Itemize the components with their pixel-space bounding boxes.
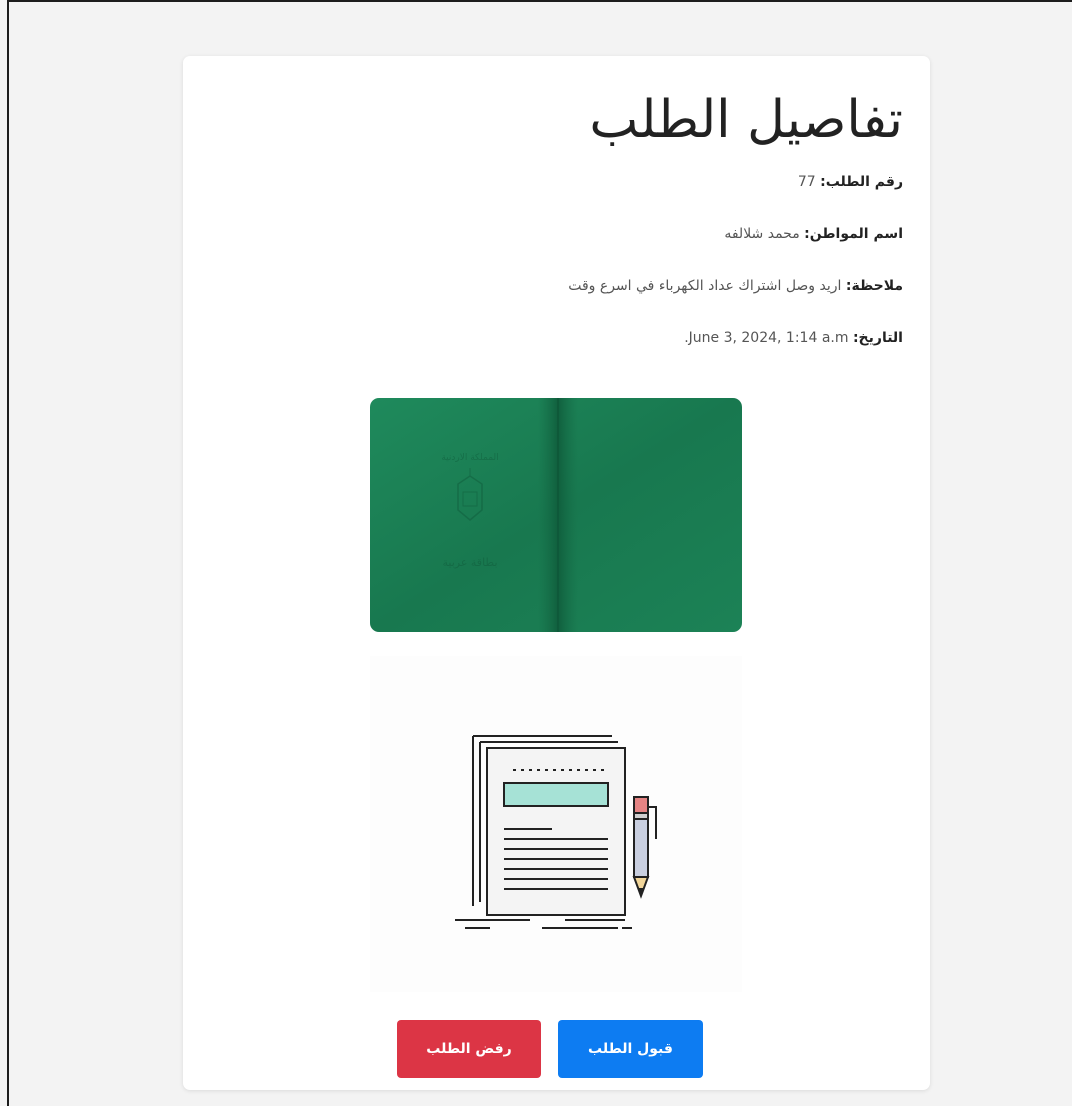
date-value: June 3, 2024, 1:14 a.m. [684,330,853,346]
document-pencil-icon [370,656,742,992]
order-details-content: تفاصيل الطلب رقم الطلب: 77 اسم المواطن: … [210,56,903,348]
citizen-name-row: اسم المواطن: محمد شلالفه [210,224,903,244]
date-label: التاريخ: [852,330,903,346]
window-frame-top [7,0,1072,2]
order-number-value: 77 [797,174,821,190]
order-details-card: تفاصيل الطلب رقم الطلب: 77 اسم المواطن: … [183,56,930,1090]
note-label: ملاحظة: [845,278,903,294]
passport-bottom-text: بطاقة عربية [443,556,498,569]
document-illustration [370,656,742,992]
window-frame-left [7,0,9,1106]
note-value: اريد وصل اشتراك عداد الكهرباء في اسرع وق… [568,278,846,294]
citizen-name-label: اسم المواطن: [804,226,903,242]
reject-order-button[interactable]: رفض الطلب [397,1020,541,1078]
note-row: ملاحظة: اريد وصل اشتراك عداد الكهرباء في… [210,276,903,296]
page-title: تفاصيل الطلب [589,90,903,150]
citizen-name-value: محمد شلالفه [724,226,805,242]
passport-emblem-text: المملكة الاردنية [441,453,498,463]
order-number-row: رقم الطلب: 77 [210,172,903,192]
accept-order-button[interactable]: قبول الطلب [558,1020,703,1078]
passport-cover-icon: المملكة الاردنية بطاقة عربية [370,398,742,632]
passport-image: المملكة الاردنية بطاقة عربية [370,398,742,632]
order-number-label: رقم الطلب: [820,174,903,190]
date-row: التاريخ: June 3, 2024, 1:14 a.m. [210,328,903,348]
